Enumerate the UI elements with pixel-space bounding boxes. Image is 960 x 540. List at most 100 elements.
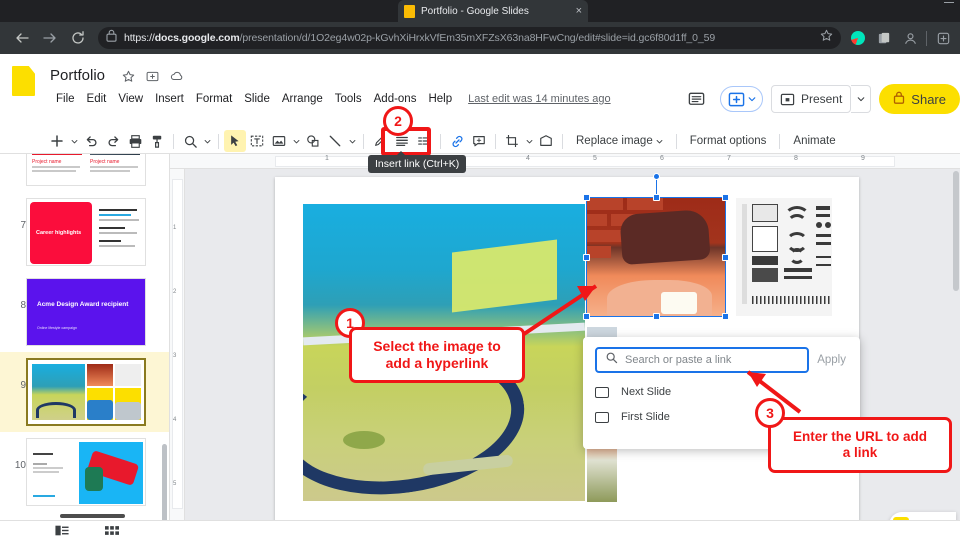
new-slide-dropdown[interactable] (68, 130, 80, 152)
last-edit-status[interactable]: Last edit was 14 minutes ago (468, 93, 610, 105)
toolbar-divider (675, 133, 677, 149)
slide-thumbnail-selected[interactable] (26, 358, 146, 426)
filmstrip-slide-8[interactable]: 8 Acme Design Award recipient Online lif… (0, 272, 169, 352)
slides-favicon-icon (404, 4, 415, 18)
brave-shield-icon[interactable] (845, 25, 871, 51)
slide-thumbnail[interactable]: Career highlights (26, 198, 146, 266)
grid-view-icon[interactable] (105, 525, 119, 536)
toolbar-divider (779, 133, 781, 149)
redo-button[interactable] (102, 130, 124, 152)
link-search-input[interactable]: Search or paste a link (595, 347, 810, 373)
speaker-notes-icon[interactable] (55, 525, 69, 536)
move-to-folder-icon[interactable] (146, 70, 159, 88)
address-bar-url: https://docs.google.com/presentation/d/1… (124, 32, 716, 44)
menu-slide[interactable]: Slide (238, 90, 276, 108)
insert-image-button[interactable] (268, 130, 290, 152)
favorite-star-icon[interactable] (820, 29, 833, 47)
slideshow-button[interactable] (719, 86, 763, 112)
slides-toolbar: Replace image Format options Animate (0, 128, 960, 154)
slide-thumbnail[interactable] (26, 438, 146, 506)
crop-button[interactable] (501, 130, 523, 152)
undo-button[interactable] (80, 130, 102, 152)
document-title[interactable]: Portfolio (50, 67, 105, 84)
link-option-next-slide[interactable]: Next Slide (595, 386, 848, 398)
resize-handle-n[interactable] (652, 194, 660, 201)
canvas-scrollbar[interactable] (953, 171, 959, 291)
reload-icon[interactable] (64, 24, 92, 52)
resize-handle-w[interactable] (583, 253, 590, 261)
slides-logo-icon[interactable] (12, 66, 35, 96)
line-button[interactable] (324, 130, 346, 152)
resize-handle-sw[interactable] (583, 313, 590, 320)
resize-handle-nw[interactable] (583, 194, 590, 201)
window-minimize-button[interactable] (944, 2, 954, 3)
menu-tools[interactable]: Tools (329, 90, 368, 108)
slide-thumbnail[interactable]: Project name Project name (26, 154, 146, 186)
toolbar-divider (440, 133, 441, 149)
image-selection-frame[interactable] (583, 173, 729, 320)
menu-edit[interactable]: Edit (81, 90, 113, 108)
menu-view[interactable]: View (112, 90, 149, 108)
annotation-line-2: add a hyperlink (385, 355, 489, 371)
slide-image-sketches[interactable] (736, 198, 832, 316)
horizontal-ruler: 1 2 3 4 5 6 7 8 9 (170, 154, 960, 169)
filmstrip-slide-10[interactable]: 10 (0, 432, 169, 512)
address-bar[interactable]: https://docs.google.com/presentation/d/1… (98, 27, 841, 49)
new-slide-button[interactable] (46, 130, 68, 152)
present-button[interactable]: Present (770, 85, 852, 113)
profile-icon[interactable] (897, 25, 923, 51)
link-option-label: Next Slide (621, 386, 672, 398)
menu-insert[interactable]: Insert (149, 90, 190, 108)
ruler-number: 1 (325, 155, 329, 162)
shape-button[interactable] (302, 130, 324, 152)
close-icon[interactable]: × (576, 5, 582, 17)
collections-icon[interactable] (871, 25, 897, 51)
animate-button[interactable]: Animate (785, 135, 843, 147)
add-collection-icon[interactable] (930, 25, 956, 51)
rotate-handle[interactable] (652, 173, 660, 180)
chevron-down-icon (293, 139, 299, 143)
select-tool-button[interactable] (224, 130, 246, 152)
slide-thumbnail[interactable]: Acme Design Award recipient Online lifes… (26, 278, 146, 346)
star-icon[interactable] (122, 70, 135, 88)
comment-history-icon[interactable] (682, 85, 712, 113)
chevron-down-icon (748, 97, 756, 102)
toolbar-divider (926, 30, 927, 46)
menu-file[interactable]: File (50, 90, 81, 108)
insert-link-button[interactable] (446, 130, 468, 152)
zoom-button[interactable] (179, 130, 201, 152)
format-options-button[interactable]: Format options (682, 135, 775, 147)
filmstrip-horizontal-scrollbar[interactable] (60, 514, 125, 518)
text-box-button[interactable] (246, 130, 268, 152)
paint-format-button[interactable] (146, 130, 168, 152)
comment-button[interactable] (468, 130, 490, 152)
menu-format[interactable]: Format (190, 90, 238, 108)
forward-arrow-icon[interactable] (36, 24, 64, 52)
menu-help[interactable]: Help (422, 90, 458, 108)
resize-handle-se[interactable] (722, 313, 729, 320)
insert-image-dropdown[interactable] (290, 130, 302, 152)
filmstrip-slide-9[interactable]: 9 (0, 352, 169, 432)
resize-handle-e[interactable] (722, 253, 729, 261)
thumb-subtitle: Online lifestyle campaign (37, 326, 77, 330)
resize-handle-ne[interactable] (722, 194, 729, 201)
filmstrip-slide-7[interactable]: 7 Career highlights (0, 192, 169, 272)
mask-button[interactable] (535, 130, 557, 152)
present-dropdown[interactable] (851, 85, 872, 113)
filmstrip-scrollbar[interactable] (162, 444, 167, 520)
print-button[interactable] (124, 130, 146, 152)
slide-filmstrip[interactable]: 6 Project name Project name 7 Career hig… (0, 154, 170, 520)
line-dropdown[interactable] (346, 130, 358, 152)
zoom-dropdown[interactable] (201, 130, 213, 152)
resize-handle-s[interactable] (652, 313, 660, 320)
share-button[interactable]: Share (879, 84, 960, 114)
menu-arrange[interactable]: Arrange (276, 90, 329, 108)
browser-tab[interactable]: Portfolio - Google Slides × (398, 0, 588, 22)
filmstrip-slide-6[interactable]: 6 Project name Project name (0, 154, 169, 192)
back-arrow-icon[interactable] (8, 24, 36, 52)
apply-button[interactable]: Apply (817, 354, 848, 366)
cloud-saved-icon[interactable] (170, 70, 184, 88)
replace-image-button[interactable]: Replace image (568, 135, 671, 147)
crop-dropdown[interactable] (523, 130, 535, 152)
toolbar-divider (495, 133, 496, 149)
